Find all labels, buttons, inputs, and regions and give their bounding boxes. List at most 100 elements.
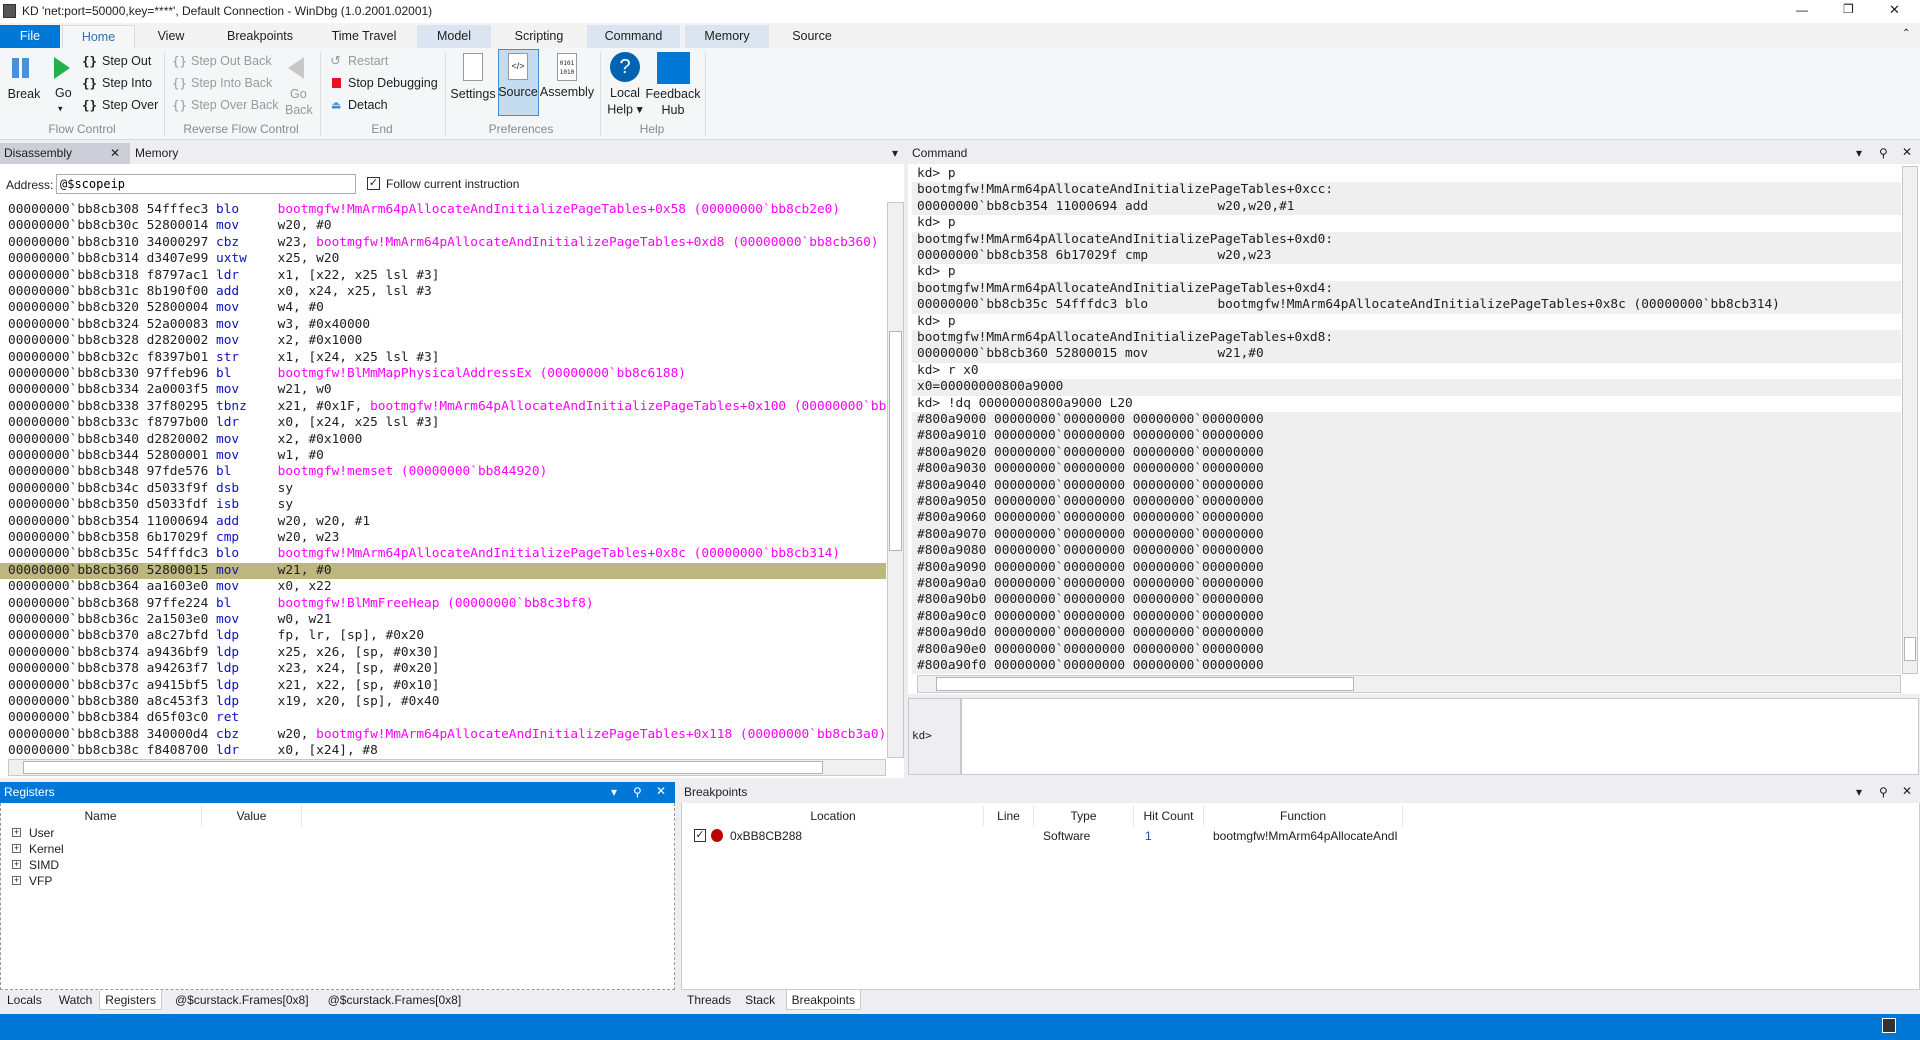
tab-scripting[interactable]: Scripting xyxy=(500,25,578,48)
pin-icon[interactable]: ⚲ xyxy=(633,785,642,799)
step-into-back-button[interactable]: Step Into Back xyxy=(191,76,272,90)
disassembly-row[interactable]: 00000000`bb8cb35c 54fffdc3 blo bootmgfw!Mm… xyxy=(0,546,886,562)
instruction-symbol-link[interactable]: bootmgfw!MmArm64pAllocateAndInitializePa… xyxy=(316,727,886,742)
step-into-button[interactable]: Step Into xyxy=(102,76,152,90)
instruction-symbol-link[interactable]: bootmgfw!MmArm64pAllocateAndInitializePa… xyxy=(316,235,878,250)
step-over-back-button[interactable]: Step Over Back xyxy=(191,98,279,112)
disassembly-row[interactable]: 00000000`bb8cb384 d65f03c0 ret xyxy=(0,710,886,726)
disassembly-row[interactable]: 00000000`bb8cb340 d2820002 mov x2, #0x1000 xyxy=(0,432,886,448)
disassembly-row[interactable]: 00000000`bb8cb338 37f80295 tbnz x21, #0x1F… xyxy=(0,399,886,415)
scrollbar-thumb[interactable] xyxy=(889,331,902,551)
disassembly-row[interactable]: 00000000`bb8cb348 97fde576 bl bootmgfw!mem… xyxy=(0,464,886,480)
disassembly-row[interactable]: 00000000`bb8cb354 11000694 add w20, w20, #… xyxy=(0,514,886,530)
expand-icon[interactable]: + xyxy=(12,844,21,853)
column-header-hit-count[interactable]: Hit Count xyxy=(1134,806,1203,826)
disassembly-row[interactable]: 00000000`bb8cb328 d2820002 mov x2, #0x1000 xyxy=(0,333,886,349)
command-horizontal-scrollbar[interactable] xyxy=(917,675,1901,693)
go-back-label-2[interactable]: Back xyxy=(285,103,313,117)
disassembly-row[interactable]: 00000000`bb8cb30c 52800014 mov w20, #0 xyxy=(0,218,886,234)
disassembly-row[interactable]: 00000000`bb8cb308 54fffec3 blo bootmgfw!Mm… xyxy=(0,202,886,218)
disassembly-row[interactable]: 00000000`bb8cb314 d3407e99 uxtw x25, w20 xyxy=(0,251,886,267)
disassembly-row[interactable]: 00000000`bb8cb34c d5033f9f dsb sy xyxy=(0,481,886,497)
address-input[interactable] xyxy=(56,174,356,194)
bottom-tab[interactable]: @$curstack.Frames[0x8] xyxy=(170,990,314,1010)
column-header-type[interactable]: Type xyxy=(1034,806,1133,826)
bottom-tab[interactable]: Locals xyxy=(2,990,47,1010)
tab-breakpoints[interactable]: Breakpoints xyxy=(220,25,300,48)
expand-icon[interactable]: + xyxy=(12,828,21,837)
scrollbar-thumb[interactable] xyxy=(936,677,1354,691)
step-over-button[interactable]: Step Over xyxy=(102,98,158,112)
instruction-symbol-link[interactable]: bootmgfw!MmArm64pAllocateAndInitializePa… xyxy=(278,546,840,561)
restore-button[interactable]: ❐ xyxy=(1843,2,1854,16)
source-button[interactable]: </> Source xyxy=(498,49,539,116)
column-divider[interactable] xyxy=(301,806,302,826)
restart-button[interactable]: Restart xyxy=(348,54,388,68)
column-header-location[interactable]: Location xyxy=(683,806,983,826)
bottom-tab[interactable]: Threads xyxy=(682,990,736,1010)
go-back-label-1[interactable]: Go xyxy=(290,87,307,101)
tab-model[interactable]: Model xyxy=(417,25,491,48)
disassembly-row[interactable]: 00000000`bb8cb38c f8408700 ldr x0, [x24], … xyxy=(0,743,886,758)
bottom-tab[interactable]: Watch xyxy=(54,990,98,1010)
tab-file[interactable]: File xyxy=(0,25,60,48)
bottom-tab[interactable]: Breakpoints xyxy=(785,990,861,1010)
settings-button[interactable]: Settings xyxy=(450,50,496,116)
scrollbar-thumb[interactable] xyxy=(1904,637,1916,661)
disassembly-row[interactable]: 00000000`bb8cb37c a9415bf5 ldp x21, x22, [… xyxy=(0,678,886,694)
tab-view[interactable]: View xyxy=(145,25,197,48)
expand-icon[interactable]: + xyxy=(12,860,21,869)
breakpoint-row[interactable]: ✓ 0xBB8CB288 Software 1 bootmgfw!MmArm64… xyxy=(683,827,1913,845)
vertical-scrollbar[interactable] xyxy=(887,202,904,758)
instruction-symbol-link[interactable]: bootmgfw!MmArm64pAllocateAndInitializePa… xyxy=(278,202,840,217)
disassembly-row[interactable]: 00000000`bb8cb358 6b17029f cmp w20, w23 xyxy=(0,530,886,546)
bottom-tab[interactable]: @$curstack.Frames[0x8] xyxy=(323,990,467,1010)
pane-dropdown-icon[interactable]: ▾ xyxy=(1856,785,1862,799)
disassembly-row[interactable]: 00000000`bb8cb318 f8797ac1 ldr x1, [x22, x… xyxy=(0,268,886,284)
column-header-line[interactable]: Line xyxy=(984,806,1033,826)
current-instruction-row[interactable]: 00000000`bb8cb360 52800015 mov w21, #0 xyxy=(0,562,886,580)
close-tab-icon[interactable]: ✕ xyxy=(110,143,120,164)
collapse-ribbon-icon[interactable]: ⌃ xyxy=(1902,28,1910,39)
breakpoint-enabled-checkbox[interactable]: ✓ xyxy=(694,829,706,842)
step-out-back-button[interactable]: Step Out Back xyxy=(191,54,272,68)
follow-checkbox[interactable]: ✓ xyxy=(367,177,380,190)
step-out-button[interactable]: Step Out xyxy=(102,54,151,68)
disassembly-row[interactable]: 00000000`bb8cb36c 2a1503e0 mov w0, w21 xyxy=(0,612,886,628)
close-pane-icon[interactable]: ✕ xyxy=(1902,145,1912,159)
column-header-function[interactable]: Function xyxy=(1204,806,1402,826)
minimize-button[interactable]: — xyxy=(1796,3,1808,17)
column-header-value[interactable]: Value xyxy=(202,806,301,826)
disassembly-row[interactable]: 00000000`bb8cb32c f8397b01 str x1, [x24, x… xyxy=(0,350,886,366)
disassembly-row[interactable]: 00000000`bb8cb344 52800001 mov w1, #0 xyxy=(0,448,886,464)
detach-button[interactable]: Detach xyxy=(348,98,388,112)
column-divider[interactable] xyxy=(1402,806,1403,826)
go-dropdown-icon[interactable]: ▾ xyxy=(58,104,63,115)
disassembly-row[interactable]: 00000000`bb8cb378 a94263f7 ldp x23, x24, [… xyxy=(0,661,886,677)
disassembly-listing[interactable]: 00000000`bb8cb308 54fffec3 blo bootmgfw!Mm… xyxy=(0,200,886,758)
expand-icon[interactable]: + xyxy=(12,876,21,885)
disassembly-row[interactable]: 00000000`bb8cb368 97ffe224 bl bootmgfw!BlM… xyxy=(0,596,886,612)
command-input[interactable] xyxy=(961,698,1919,775)
notification-icon[interactable] xyxy=(1882,1018,1896,1033)
local-help-button[interactable]: ? Local Help ▾ xyxy=(605,50,645,118)
tab-disassembly[interactable]: Disassembly ✕ xyxy=(0,143,130,164)
disassembly-row[interactable]: 00000000`bb8cb31c 8b190f00 add x0, x24, x2… xyxy=(0,284,886,300)
scrollbar-thumb[interactable] xyxy=(23,761,823,774)
disassembly-row[interactable]: 00000000`bb8cb33c f8797b00 ldr x0, [x24, x… xyxy=(0,415,886,431)
disassembly-row[interactable]: 00000000`bb8cb310 34000297 cbz w23, bootmg… xyxy=(0,235,886,251)
pane-dropdown-icon[interactable]: ▾ xyxy=(1856,146,1862,160)
assembly-button[interactable]: 0101 1010 Assembly xyxy=(540,50,594,116)
bottom-tab[interactable]: Stack xyxy=(740,990,780,1010)
disassembly-row[interactable]: 00000000`bb8cb334 2a0003f5 mov w21, w0 xyxy=(0,382,886,398)
instruction-symbol-link[interactable]: bootmgfw!BlMmMapPhysicalAddressEx (00000… xyxy=(278,366,686,381)
tab-home[interactable]: Home xyxy=(62,25,135,48)
instruction-symbol-link[interactable]: bootmgfw!BlMmFreeHeap (00000000`bb8c3bf8… xyxy=(278,596,594,611)
pin-icon[interactable]: ⚲ xyxy=(1879,146,1888,160)
tab-memory[interactable]: Memory xyxy=(685,25,769,48)
tab-time-travel[interactable]: Time Travel xyxy=(322,25,406,48)
stop-debugging-button[interactable]: Stop Debugging xyxy=(348,76,438,90)
instruction-symbol-link[interactable]: bootmgfw!MmArm64pAllocateAndInitializePa… xyxy=(370,399,886,414)
tab-source[interactable]: Source xyxy=(775,25,849,48)
disassembly-row[interactable]: 00000000`bb8cb350 d5033fdf isb sy xyxy=(0,497,886,513)
